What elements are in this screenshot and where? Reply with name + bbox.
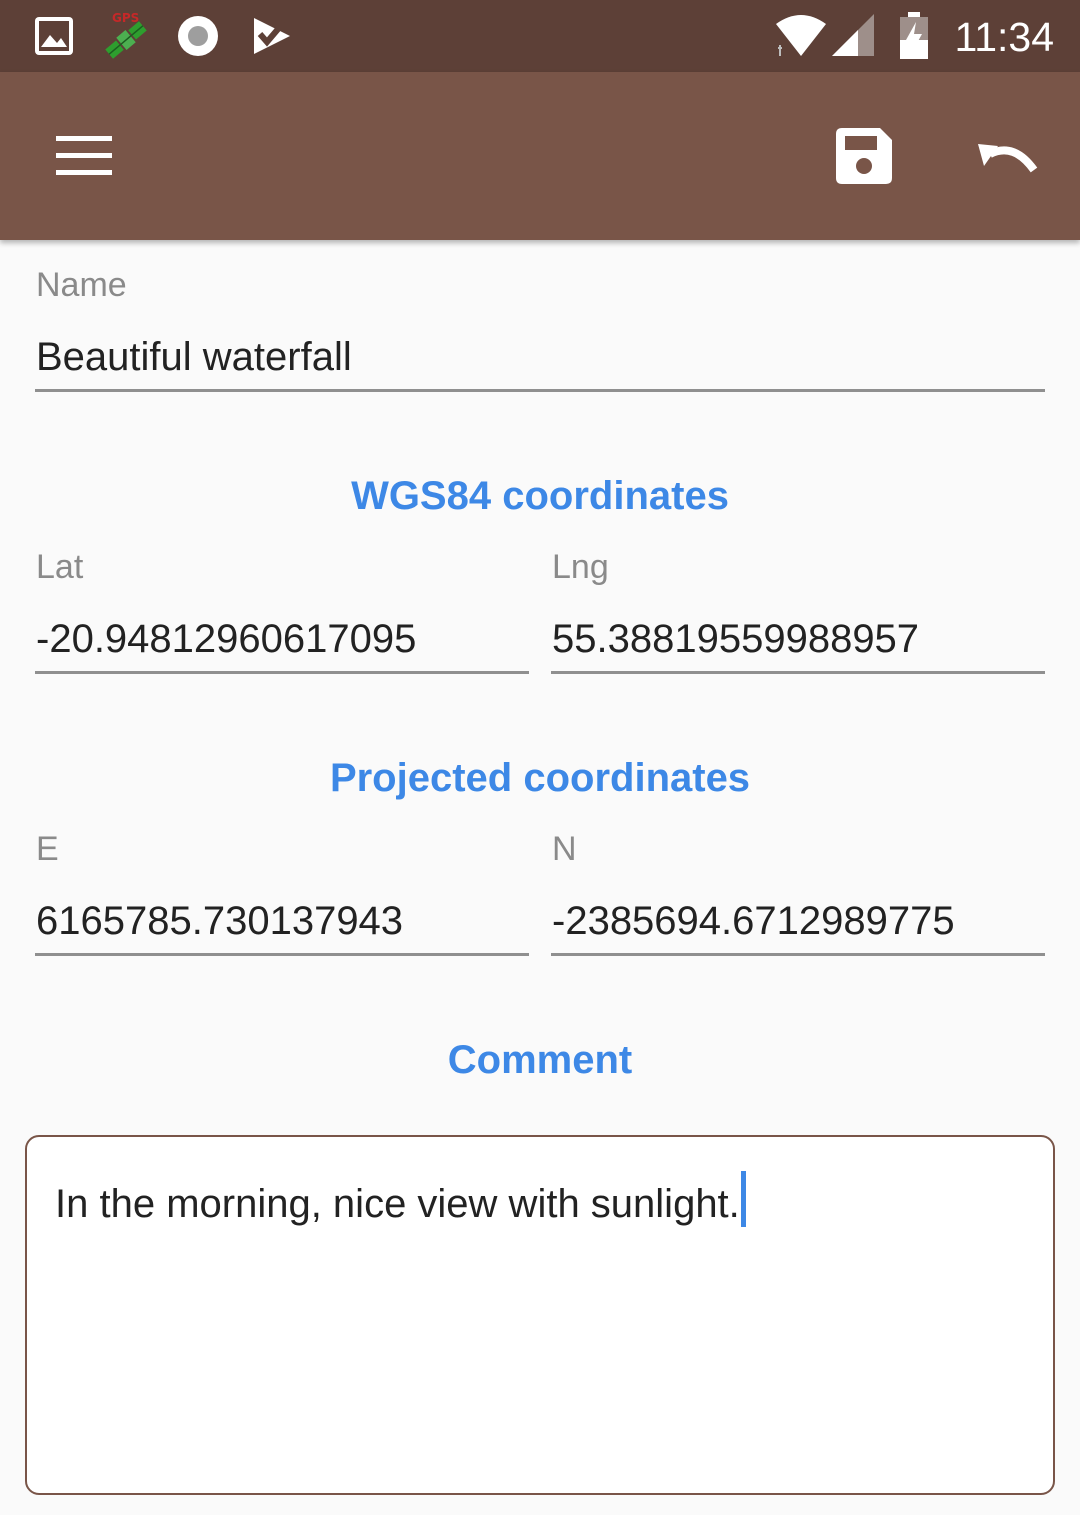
projected-section-title: Projected coordinates: [329, 756, 751, 800]
wifi-icon: [776, 15, 826, 56]
image-icon: [35, 17, 73, 55]
svg-text:GPS: GPS: [112, 11, 139, 25]
lng-field[interactable]: 55.38819559988957: [552, 615, 1042, 663]
n-label: N: [552, 830, 577, 868]
clock: 11:34: [954, 14, 1054, 60]
comment-section-title: Comment: [447, 1038, 633, 1082]
lng-label: Lng: [552, 548, 609, 586]
name-field[interactable]: Beautiful waterfall: [36, 333, 1044, 381]
comment-text-line: In the morning, nice view with sunlight.: [55, 1171, 746, 1228]
status-bar: GPS 11:34: [0, 0, 1080, 72]
battery-charging-icon: [900, 12, 928, 59]
lng-field-underline: [551, 671, 1045, 674]
comment-text: In the morning, nice view with sunlight.: [55, 1182, 740, 1226]
name-field-underline: [35, 389, 1045, 392]
e-field-underline: [35, 953, 529, 956]
lat-label: Lat: [36, 548, 84, 586]
e-field[interactable]: 6165785.730137943: [36, 897, 526, 945]
save-icon[interactable]: [836, 128, 892, 184]
undo-icon[interactable]: [976, 138, 1040, 178]
wgs84-section-title: WGS84 coordinates: [351, 474, 729, 518]
app-bar: [0, 72, 1080, 240]
record-icon: [178, 16, 218, 56]
hamburger-menu-icon[interactable]: [56, 136, 112, 176]
lat-field[interactable]: -20.94812960617095: [36, 615, 526, 663]
lat-field-underline: [35, 671, 529, 674]
satellite-app-icon: GPS: [105, 11, 147, 59]
e-label: E: [36, 830, 59, 868]
comment-textarea[interactable]: In the morning, nice view with sunlight.: [25, 1135, 1055, 1495]
signal-icon: [832, 14, 874, 56]
text-cursor: [740, 1171, 746, 1227]
name-label: Name: [36, 266, 127, 304]
check-edit-icon: [254, 18, 290, 54]
n-field-underline: [551, 953, 1045, 956]
n-field[interactable]: -2385694.6712989775: [552, 897, 1042, 945]
